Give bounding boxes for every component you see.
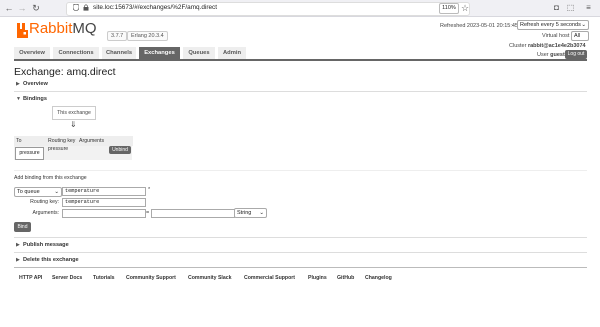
rabbitmq-version: 3.7.7	[107, 31, 128, 41]
footer-link-tutorials[interactable]: Tutorials	[93, 274, 115, 282]
tab-channels[interactable]: Channels	[102, 47, 136, 59]
binding-destination[interactable]: pressure	[15, 147, 44, 160]
tab-admin[interactable]: Admin	[218, 47, 246, 59]
refresh-interval-select[interactable]: Refresh every 5 seconds ⌄	[517, 20, 589, 30]
nav-underline	[14, 59, 587, 61]
lock-icon[interactable]	[83, 4, 89, 11]
footer-link-plugins[interactable]: Plugins	[308, 274, 327, 282]
tab-queues[interactable]: Queues	[183, 47, 215, 59]
routing-key-input[interactable]: temperature	[62, 198, 146, 207]
overview-section-header[interactable]: Overview	[23, 80, 48, 88]
publish-message-section-header[interactable]: Publish message	[23, 241, 69, 249]
back-icon[interactable]: ←	[3, 2, 15, 14]
footer-link-commercial-support[interactable]: Commercial Support	[244, 274, 295, 282]
footer-divider	[14, 267, 587, 268]
tab-overview[interactable]: Overview	[14, 47, 50, 59]
col-header-arguments: Arguments	[77, 136, 108, 146]
divider	[14, 237, 587, 238]
collapsed-triangle-icon[interactable]: ▶	[16, 241, 20, 249]
vhost-label: Virtual host	[542, 33, 570, 39]
expanded-triangle-icon[interactable]: ▼	[16, 95, 21, 103]
divider	[14, 252, 587, 253]
rabbitmq-logo-icon	[17, 23, 28, 38]
unbind-button[interactable]: Unbind	[109, 146, 131, 154]
footer-link-changelog[interactable]: Changelog	[365, 274, 392, 282]
equals-sign: =	[146, 210, 150, 216]
shield-icon[interactable]	[73, 4, 79, 11]
zoom-level[interactable]: 110%	[439, 3, 459, 14]
add-binding-title: Add binding from this exchange	[14, 175, 87, 181]
col-header-to: To	[14, 136, 46, 146]
routing-key-label: Routing key:	[30, 199, 59, 205]
cluster-info: Cluster rabbit@ac1e4e2b3074	[509, 43, 586, 49]
pocket-icon[interactable]: ◘	[552, 3, 561, 12]
url-text[interactable]: site.loc:15673/#/exchanges/%2F/amq.direc…	[93, 1, 217, 15]
delete-exchange-section-header[interactable]: Delete this exchange	[23, 256, 79, 264]
extensions-icon[interactable]: ⬚	[566, 3, 575, 12]
footer-link-community-slack[interactable]: Community Slack	[188, 274, 232, 282]
destination-input[interactable]: temperature	[62, 187, 146, 196]
binding-arrow-icon: ⇓	[70, 120, 77, 129]
tab-connections[interactable]: Connections	[53, 47, 99, 59]
footer-link-community-support[interactable]: Community Support	[126, 274, 176, 282]
binding-routing-key: pressure	[48, 146, 69, 152]
bindings-section-header[interactable]: Bindings	[23, 95, 47, 103]
collapsed-triangle-icon[interactable]: ▶	[16, 80, 20, 88]
reload-icon[interactable]: ↻	[30, 2, 42, 14]
argument-key-input[interactable]	[62, 209, 146, 218]
refreshed-time: Refreshed 2023-05-01 20:15:45	[440, 23, 518, 29]
menu-icon[interactable]: ≡	[584, 3, 593, 12]
vhost-select[interactable]: All	[571, 31, 589, 41]
footer-link-server-docs[interactable]: Server Docs	[52, 274, 82, 282]
cluster-name: rabbit@ac1e4e2b3074	[527, 43, 586, 49]
this-exchange-box: This exchange	[52, 106, 96, 120]
footer-link-github[interactable]: GitHub	[337, 274, 354, 282]
tab-exchanges[interactable]: Exchanges	[139, 47, 180, 59]
bookmark-star-icon[interactable]: ☆	[461, 2, 469, 14]
destination-type-select[interactable]: To queue ⌄	[14, 187, 62, 197]
logo-wordmark: RabbitMQ	[29, 20, 97, 37]
argument-value-input[interactable]	[151, 209, 235, 218]
bind-button[interactable]: Bind	[14, 222, 31, 232]
page-title: Exchange: amq.direct	[14, 66, 116, 78]
user-name: guest	[550, 52, 565, 58]
footer-link-http-api[interactable]: HTTP API	[19, 274, 42, 282]
col-header-actions	[108, 136, 133, 146]
collapsed-triangle-icon[interactable]: ▶	[16, 256, 20, 264]
logout-button[interactable]: Log out	[565, 50, 587, 59]
arguments-label: Arguments:	[32, 210, 59, 216]
required-marker: *	[148, 187, 151, 193]
argument-type-select[interactable]: String ⌄	[234, 208, 267, 218]
erlang-version: Erlang 20.3.4	[127, 31, 168, 41]
divider	[14, 91, 587, 92]
forward-icon[interactable]: →	[16, 2, 28, 14]
user-info: User guest	[537, 52, 565, 58]
divider	[14, 170, 587, 171]
